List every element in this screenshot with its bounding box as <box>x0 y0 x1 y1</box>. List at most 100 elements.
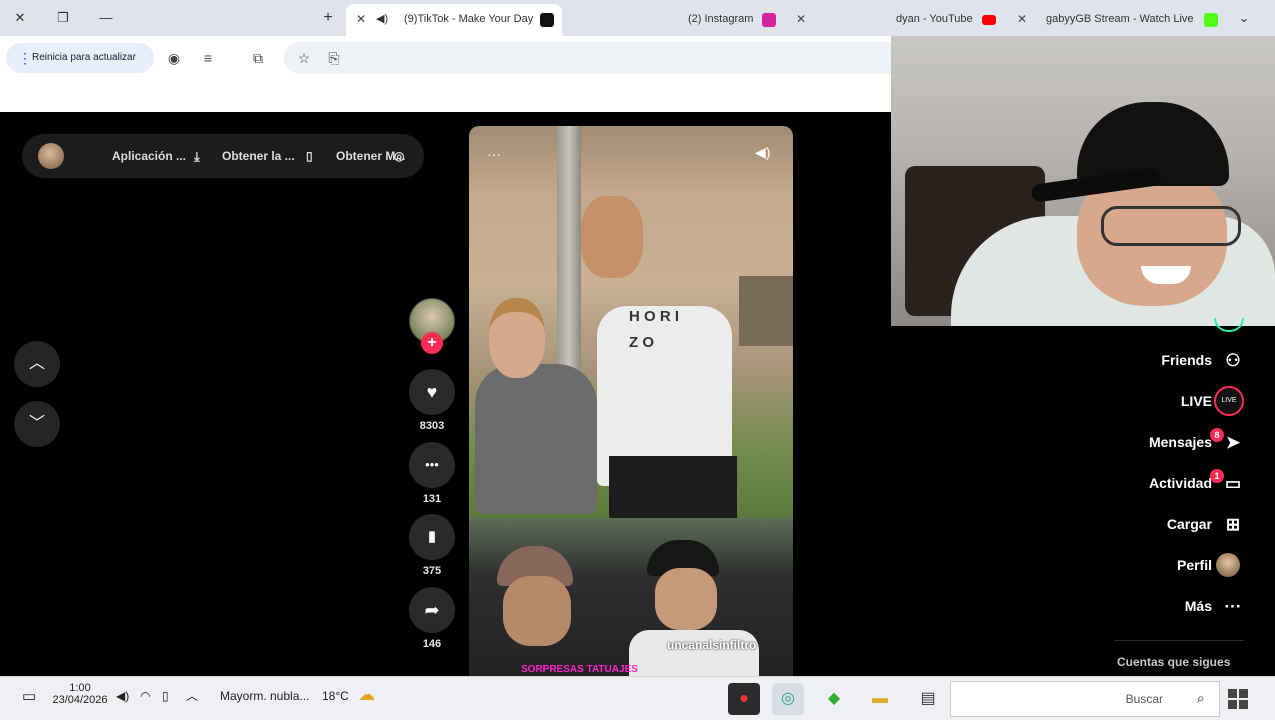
weather-icon[interactable]: ☁ <box>358 685 375 705</box>
windows-taskbar: ▭ 1:00 23/04/2026 ◀) ◠ ▯ ︿ Mayorm. nubla… <box>0 676 1275 720</box>
tab-title: (2) Instagram <box>688 13 754 25</box>
nav-label: Actividad <box>1148 475 1212 491</box>
nav-item-upload[interactable]: Cargar ⊞ <box>1100 513 1260 537</box>
close-tab-icon[interactable]: ✕ <box>356 12 366 26</box>
tab-tiktok[interactable]: ✕ ◀) (9)TikTok - Make Your Day <box>346 4 562 36</box>
activity-badge: 1 <box>1210 469 1224 483</box>
nav-item-activity[interactable]: Actividad ▭ <box>1100 472 1260 496</box>
tab-youtube[interactable]: ✕ dyan - YouTube <box>830 4 1027 36</box>
close-window-icon[interactable]: ✕ <box>10 8 30 28</box>
cast-icon[interactable]: ⎘ <box>324 48 344 68</box>
live-icon[interactable]: LIVE <box>1214 386 1244 416</box>
next-video-preview[interactable]: uncanalsinfiltro SORPRESAS TATUAJES <box>469 518 793 680</box>
heart-icon[interactable]: ♥ <box>409 369 455 415</box>
video-person-man-shorts <box>609 456 737 518</box>
friends-icon: ⚇ <box>1225 351 1241 370</box>
restore-window-icon[interactable]: ❐ <box>53 8 73 28</box>
get-app-bar: Aplicación ... ⤓ Obtener la ... ▯ Obtene… <box>22 134 424 178</box>
audio-icon[interactable]: ◀) <box>376 12 388 25</box>
more-vertical-icon: ⋮ <box>18 50 32 66</box>
comment-count: 131 <box>422 493 442 505</box>
nav-label: Perfil <box>1176 557 1212 573</box>
extensions-icon[interactable]: ⧉ <box>248 48 268 68</box>
share-count: 146 <box>422 638 442 650</box>
following-accounts-heading: Cuentas que sigues <box>1117 655 1231 669</box>
youtube-icon <box>982 15 996 25</box>
share-icon[interactable]: ➦ <box>409 587 455 633</box>
volume-icon[interactable]: ◀) <box>755 144 770 161</box>
nav-label: Más <box>1184 598 1212 614</box>
nav-label: LIVE <box>1180 393 1212 409</box>
bookmark-star-icon[interactable]: ☆ <box>294 48 314 68</box>
get-desktop-link[interactable]: Obtener la ... <box>222 149 295 163</box>
update-label: Reinicia para actualizar <box>32 52 136 63</box>
tab-title: gabyyGB Stream - Watch Live <box>1046 13 1194 25</box>
screen: ✕ ❐ — + ✕ ◀) (9)TikTok - Make Your Day ✕… <box>0 0 1275 720</box>
tab-kick[interactable]: gabyyGB Stream - Watch Live <box>1038 4 1228 36</box>
weather-temp[interactable]: 18°C <box>322 689 349 703</box>
clock[interactable]: 1:00 23/04/2026 <box>52 682 108 706</box>
video-player[interactable]: H O R I Z O ··· ◀) <box>469 126 793 518</box>
video-person-woman-head <box>489 298 545 378</box>
clock-time: 1:00 <box>69 682 91 694</box>
task-view-icon[interactable]: ▤ <box>912 683 944 715</box>
tab-instagram[interactable]: ✕ (2) Instagram <box>570 4 806 36</box>
nav-label: Friends <box>1161 352 1212 368</box>
instagram-icon <box>762 13 776 27</box>
avatar[interactable] <box>38 143 64 169</box>
update-button[interactable]: ⋮ Reinicia para actualizar <box>6 43 154 73</box>
weather-text[interactable]: Mayorm. nubla... <box>220 689 309 703</box>
video-person-face <box>503 576 571 646</box>
nav-item-following-partial[interactable] <box>1150 318 1202 328</box>
video-frame-shade <box>469 126 793 196</box>
divider <box>1114 640 1244 641</box>
video-caption: uncanalsinfiltro <box>667 638 757 652</box>
volume-icon[interactable]: ◀) <box>116 689 129 703</box>
get-app-link[interactable]: Aplicación ... <box>112 149 186 163</box>
file-explorer-icon[interactable]: ▬ <box>864 683 896 715</box>
nav-label: Mensajes <box>1148 434 1212 450</box>
tiktok-icon <box>540 13 554 27</box>
comment-icon[interactable]: ••• <box>409 442 455 488</box>
wifi-icon[interactable]: ◠ <box>140 689 150 703</box>
like-count: 8303 <box>419 420 445 432</box>
messages-badge: 8 <box>1210 428 1224 442</box>
close-tab-icon[interactable]: ✕ <box>1017 12 1027 26</box>
new-tab-button[interactable]: + <box>318 8 338 28</box>
notifications-icon[interactable]: ▭ <box>22 687 36 705</box>
battery-icon[interactable]: ▯ <box>162 689 169 703</box>
webcam-person-glasses <box>1101 206 1241 246</box>
nav-label: Cargar <box>1166 516 1212 532</box>
address-bar[interactable]: ☆ ⎘ <box>284 42 904 74</box>
downloads-icon[interactable]: ≡ <box>198 48 218 68</box>
nav-item-friends[interactable]: Friends ⚇ <box>1100 349 1260 373</box>
upload-icon: ⊞ <box>1225 515 1241 534</box>
search-input[interactable]: Buscar ⌕ <box>950 681 1220 717</box>
more-options-icon[interactable]: ··· <box>487 146 501 162</box>
windows-start-icon[interactable] <box>1228 689 1248 709</box>
video-caption-small: SORPRESAS TATUAJES <box>521 664 638 675</box>
tab-title: (9)TikTok - Make Your Day <box>404 13 534 25</box>
coin-icon: ◎ <box>394 149 405 163</box>
profile-icon[interactable] <box>1216 553 1240 577</box>
search-icon: ⌕ <box>1196 690 1205 707</box>
shirt-print: H O R I Z O <box>629 308 680 351</box>
close-tab-icon[interactable]: ✕ <box>796 12 806 26</box>
nav-item-messages[interactable]: Mensajes ➤ <box>1100 431 1260 455</box>
nav-item-more[interactable]: Más ··· <box>1100 595 1260 619</box>
phone-icon: ▯ <box>306 149 313 163</box>
bookmark-icon[interactable]: ▮ <box>409 514 455 560</box>
bluestacks-app-icon[interactable]: ◆ <box>818 683 850 715</box>
follow-button[interactable]: + <box>421 332 443 354</box>
more-icon: ··· <box>1224 597 1242 616</box>
previous-video-button[interactable]: ︿ <box>14 341 60 387</box>
next-video-button[interactable]: ﹀ <box>14 401 60 447</box>
chrome-app-icon[interactable]: ◎ <box>772 683 804 715</box>
profile-avatar-icon[interactable]: ◉ <box>164 48 184 68</box>
tab-search-icon[interactable]: ⌄ <box>1234 8 1254 28</box>
chevron-up-icon[interactable]: ︿ <box>186 687 198 704</box>
minimize-window-icon[interactable]: — <box>96 8 116 28</box>
obs-app-icon[interactable]: ● <box>728 683 760 715</box>
clock-date: 23/04/2026 <box>52 694 108 706</box>
following-icon[interactable] <box>1214 318 1244 332</box>
